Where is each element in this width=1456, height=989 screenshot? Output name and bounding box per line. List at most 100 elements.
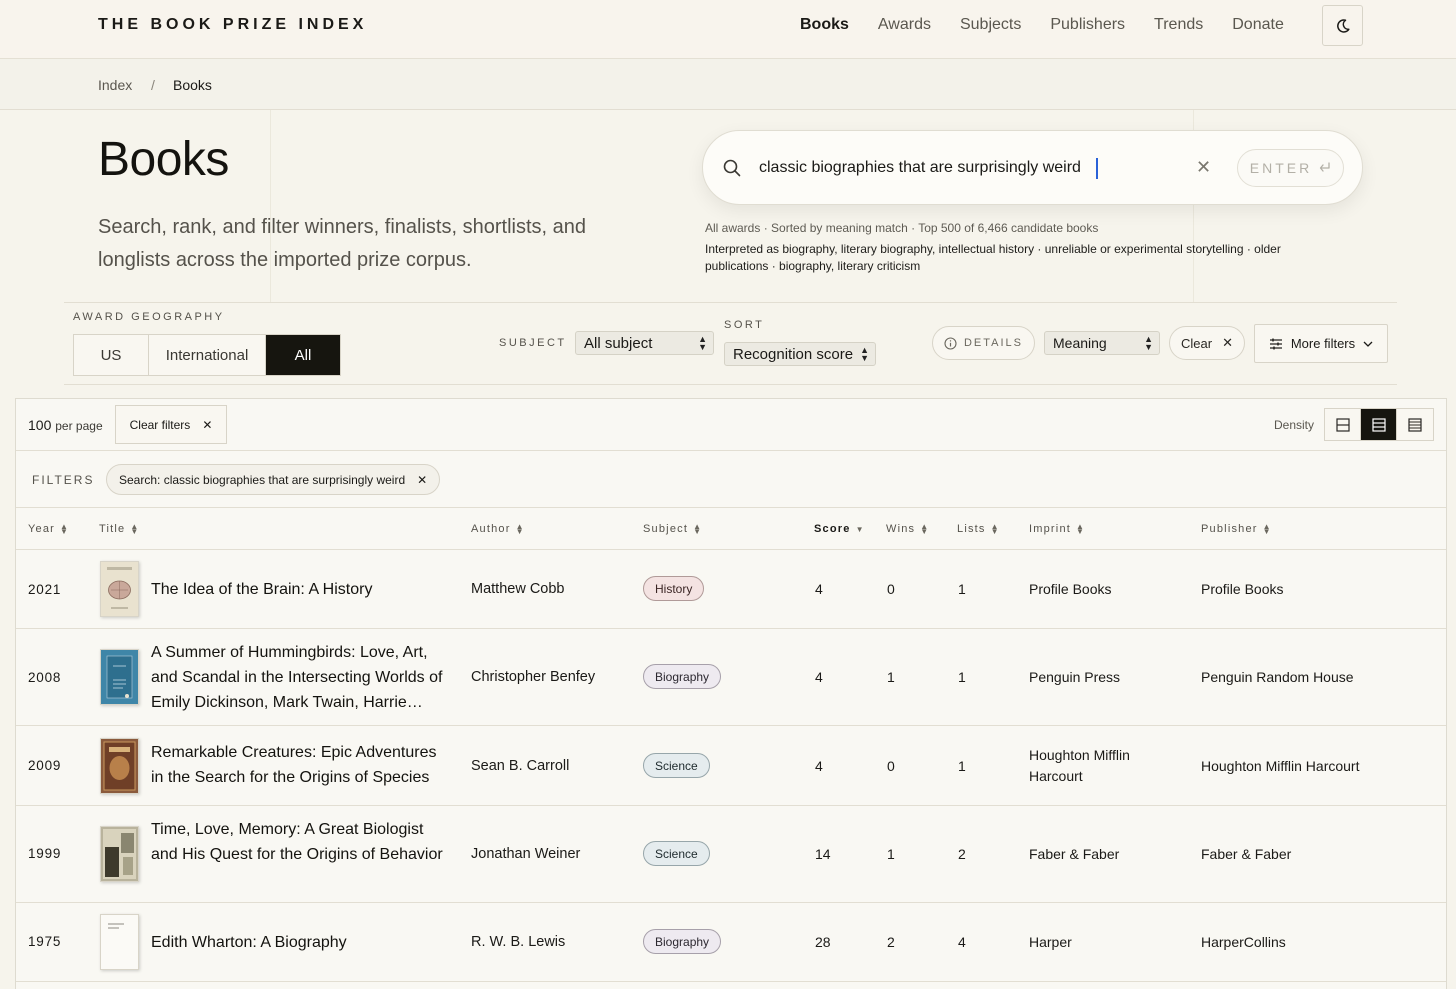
cell-publisher[interactable]: HarperCollins: [1201, 934, 1286, 950]
cell-title[interactable]: A Summer of Hummingbirds: Love, Art, and…: [151, 640, 451, 715]
density-compact-button[interactable]: [1325, 409, 1361, 440]
column-score[interactable]: Score ▼: [814, 523, 865, 535]
cell-imprint[interactable]: Profile Books: [1029, 579, 1179, 600]
return-arrow-icon: [1320, 162, 1330, 172]
subject-badge[interactable]: Biography: [643, 664, 722, 689]
more-filters-button[interactable]: More filters: [1254, 324, 1388, 363]
geo-international-button[interactable]: International: [149, 335, 266, 375]
cell-author[interactable]: R. W. B. Lewis: [471, 934, 565, 950]
table-row[interactable]: 2009 Remarkable Creatures: Epic Adventur…: [16, 726, 1446, 806]
table-row[interactable]: 2021 The Idea of the Brain: A History Ma…: [16, 550, 1446, 629]
cell-title[interactable]: Time, Love, Memory: A Great Biologist an…: [151, 817, 451, 867]
rows-medium-icon: [1371, 417, 1386, 432]
book-cover[interactable]: [100, 826, 139, 882]
column-subject[interactable]: Subject ▲ ▼: [643, 523, 702, 536]
main-nav: Books Awards Subjects Publishers Trends …: [800, 16, 1313, 34]
match-mode-select[interactable]: Meaning ▲ ▼: [1044, 331, 1160, 355]
cell-score: 4: [815, 581, 823, 597]
column-publisher[interactable]: Publisher ▲ ▼: [1201, 523, 1272, 536]
details-button[interactable]: DETAILS: [932, 326, 1035, 360]
search-interpretation: Interpreted as biography, literary biogr…: [705, 242, 1281, 273]
search-input[interactable]: [759, 155, 1189, 181]
nav-donate[interactable]: Donate: [1232, 16, 1284, 34]
nav-trends[interactable]: Trends: [1154, 16, 1203, 34]
search-box: ✕ ENTER: [702, 130, 1363, 205]
column-year[interactable]: Year ▲ ▼: [28, 523, 69, 536]
page-subtitle: Search, rank, and filter winners, finali…: [98, 216, 586, 271]
plain-cover-illustration: [108, 923, 124, 929]
rows-dense-icon: [1408, 417, 1422, 432]
sort-select[interactable]: Recognition score ▲ ▼: [724, 342, 876, 366]
close-icon: ✕: [1222, 335, 1233, 350]
cell-publisher[interactable]: Faber & Faber: [1201, 846, 1291, 862]
close-icon[interactable]: ✕: [417, 473, 427, 487]
per-page-control[interactable]: 100 per page: [28, 417, 103, 433]
cell-author[interactable]: Jonathan Weiner: [471, 846, 580, 862]
book-cover[interactable]: [100, 914, 139, 970]
breadcrumb: Index / Books: [0, 59, 1456, 110]
cell-publisher[interactable]: Profile Books: [1201, 581, 1283, 597]
table-row[interactable]: 1975 Edith Wharton: A Biography R. W. B.…: [16, 903, 1446, 982]
cell-publisher[interactable]: Penguin Random House: [1201, 669, 1354, 685]
theme-toggle-button[interactable]: [1322, 5, 1363, 46]
column-label: Author: [471, 523, 511, 535]
column-imprint[interactable]: Imprint ▲ ▼: [1029, 523, 1085, 536]
column-label: Imprint: [1029, 523, 1072, 535]
cell-score: 28: [815, 934, 831, 950]
cell-imprint[interactable]: Houghton Mifflin Harcourt: [1029, 745, 1179, 787]
cell-year: 1999: [28, 846, 62, 861]
cell-lists: 2: [958, 846, 966, 862]
search-icon: [723, 159, 741, 177]
nav-subjects[interactable]: Subjects: [960, 16, 1021, 34]
book-cover[interactable]: [100, 561, 139, 617]
density-comfortable-button[interactable]: [1361, 409, 1397, 440]
density-spacious-button[interactable]: [1397, 409, 1433, 440]
subject-select[interactable]: All subject ▲ ▼: [575, 331, 714, 355]
enter-button[interactable]: ENTER: [1237, 149, 1344, 187]
site-logo[interactable]: THE BOOK PRIZE INDEX: [98, 16, 367, 34]
subject-badge[interactable]: Science: [643, 841, 710, 866]
column-wins[interactable]: Wins ▲ ▼: [886, 522, 930, 536]
clear-filters-button[interactable]: Clear filters ✕: [115, 405, 227, 444]
table-row[interactable]: 1999 Time, Love, Memory: A Great Biologi…: [16, 806, 1446, 903]
cell-title[interactable]: Edith Wharton: A Biography: [151, 930, 451, 955]
breadcrumb-index[interactable]: Index: [98, 77, 132, 93]
cell-imprint[interactable]: Harper: [1029, 932, 1179, 953]
nav-publishers[interactable]: Publishers: [1050, 16, 1125, 34]
subject-badge[interactable]: Science: [643, 753, 710, 778]
cell-imprint[interactable]: Penguin Press: [1029, 667, 1179, 688]
subject-badge[interactable]: History: [643, 576, 705, 601]
column-author[interactable]: Author ▲ ▼: [471, 523, 525, 536]
cell-imprint[interactable]: Faber & Faber: [1029, 844, 1179, 865]
brain-illustration: [107, 567, 132, 609]
cell-author[interactable]: Christopher Benfey: [471, 669, 595, 685]
column-label: Score: [814, 523, 851, 535]
column-title[interactable]: Title ▲ ▼: [99, 523, 140, 536]
per-page-count: 100: [28, 417, 52, 433]
enter-label: ENTER: [1249, 160, 1313, 176]
sort-icon: ▲ ▼: [920, 522, 930, 536]
subject-select-value: All subject: [584, 334, 653, 352]
nav-awards[interactable]: Awards: [878, 16, 931, 34]
clear-button[interactable]: Clear ✕: [1169, 326, 1245, 360]
cell-author[interactable]: Sean B. Carroll: [471, 758, 569, 774]
cell-author[interactable]: Matthew Cobb: [471, 581, 565, 597]
subject-badge[interactable]: Biography: [643, 929, 722, 954]
rows-compact-icon: [1335, 417, 1350, 432]
cell-title[interactable]: Remarkable Creatures: Epic Adventures in…: [151, 740, 451, 790]
nav-books[interactable]: Books: [800, 16, 849, 34]
column-label: Publisher: [1201, 523, 1258, 535]
geo-us-button[interactable]: US: [74, 335, 149, 375]
search-filter-chip[interactable]: Search: classic biographies that are sur…: [106, 464, 441, 495]
results-panel: 100 per page Clear filters ✕ Density FIL…: [15, 398, 1447, 989]
column-lists[interactable]: Lists ▲ ▼: [957, 523, 1000, 536]
chip-label: Search: classic biographies that are sur…: [119, 472, 406, 487]
cell-title[interactable]: The Idea of the Brain: A History: [151, 577, 451, 602]
cell-publisher[interactable]: Houghton Mifflin Harcourt: [1201, 758, 1359, 774]
breadcrumb-current: Books: [173, 77, 212, 93]
book-cover[interactable]: [100, 738, 139, 794]
book-cover[interactable]: [100, 649, 139, 705]
geo-all-button[interactable]: All: [266, 335, 340, 375]
close-icon[interactable]: ✕: [1196, 157, 1211, 178]
table-row[interactable]: 2008 A Summer of Hummingbirds: Love, Art…: [16, 629, 1446, 726]
